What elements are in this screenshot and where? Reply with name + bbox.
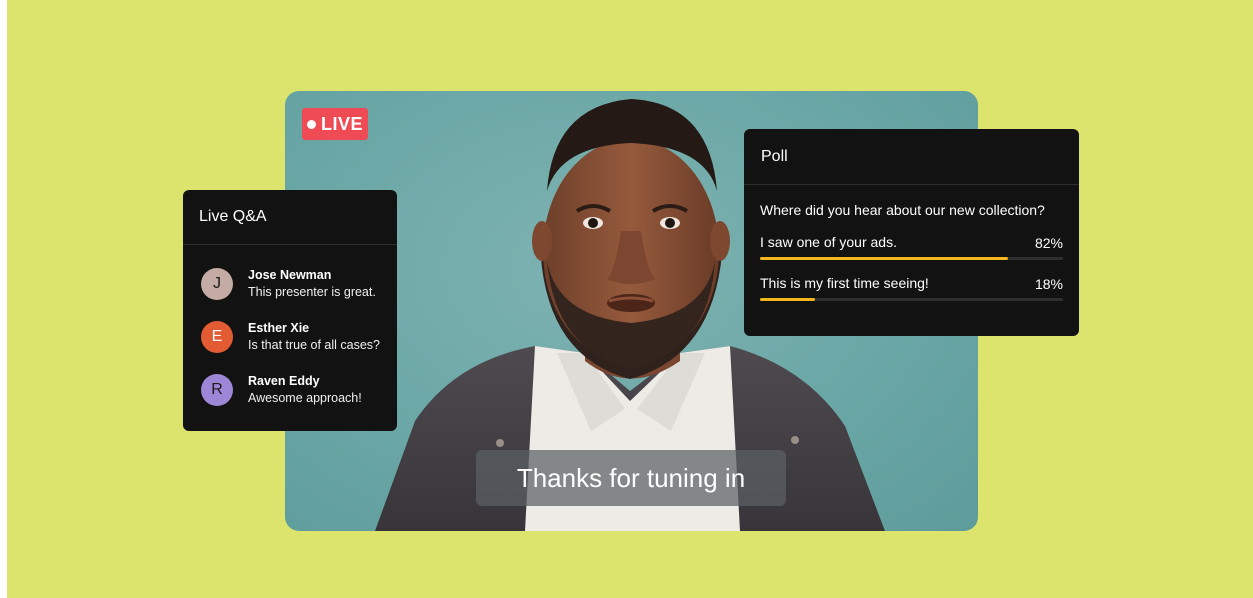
poll-option-percent: 82% — [1034, 235, 1063, 251]
avatar: E — [201, 320, 233, 353]
poll-bar-fill — [760, 257, 1009, 260]
poll-option[interactable]: This is my first time seeing! 18% — [760, 265, 1063, 306]
live-dot-icon — [306, 119, 316, 129]
live-badge: LIVE — [302, 108, 368, 140]
poll-bar-track — [760, 257, 1063, 260]
live-qa-panel: Live Q&A J Jose Newman This presenter is… — [183, 190, 397, 431]
avatar: R — [201, 373, 233, 406]
poll-option-percent: 18% — [1034, 276, 1063, 292]
qa-item[interactable]: J Jose Newman This presenter is great. — [183, 257, 397, 310]
caption-text: Thanks for tuning in — [476, 450, 786, 506]
poll-question: Where did you hear about our new collect… — [760, 202, 1045, 218]
qa-author: Esther Xie — [248, 320, 310, 335]
qa-item[interactable]: E Esther Xie Is that true of all cases? — [183, 310, 397, 363]
qa-list: J Jose Newman This presenter is great. E… — [183, 245, 397, 416]
qa-item[interactable]: R Raven Eddy Awesome approach! — [183, 363, 397, 416]
qa-message: Is that true of all cases? — [248, 337, 381, 352]
poll-bar-fill — [760, 298, 815, 301]
avatar: J — [201, 267, 233, 300]
live-label: LIVE — [320, 113, 363, 134]
poll-option-label: This is my first time seeing! — [760, 275, 929, 291]
qa-message: Awesome approach! — [248, 390, 362, 405]
qa-author: Jose Newman — [248, 267, 332, 282]
poll-option[interactable]: I saw one of your ads. 82% — [760, 224, 1063, 265]
poll-bar-track — [760, 298, 1063, 301]
qa-message: This presenter is great. — [248, 284, 376, 299]
qa-author: Raven Eddy — [248, 373, 320, 388]
poll-panel: Poll Where did you hear about our new co… — [744, 129, 1079, 336]
poll-title: Poll — [744, 129, 1079, 185]
poll-option-label: I saw one of your ads. — [760, 234, 897, 250]
qa-panel-title: Live Q&A — [183, 190, 397, 245]
